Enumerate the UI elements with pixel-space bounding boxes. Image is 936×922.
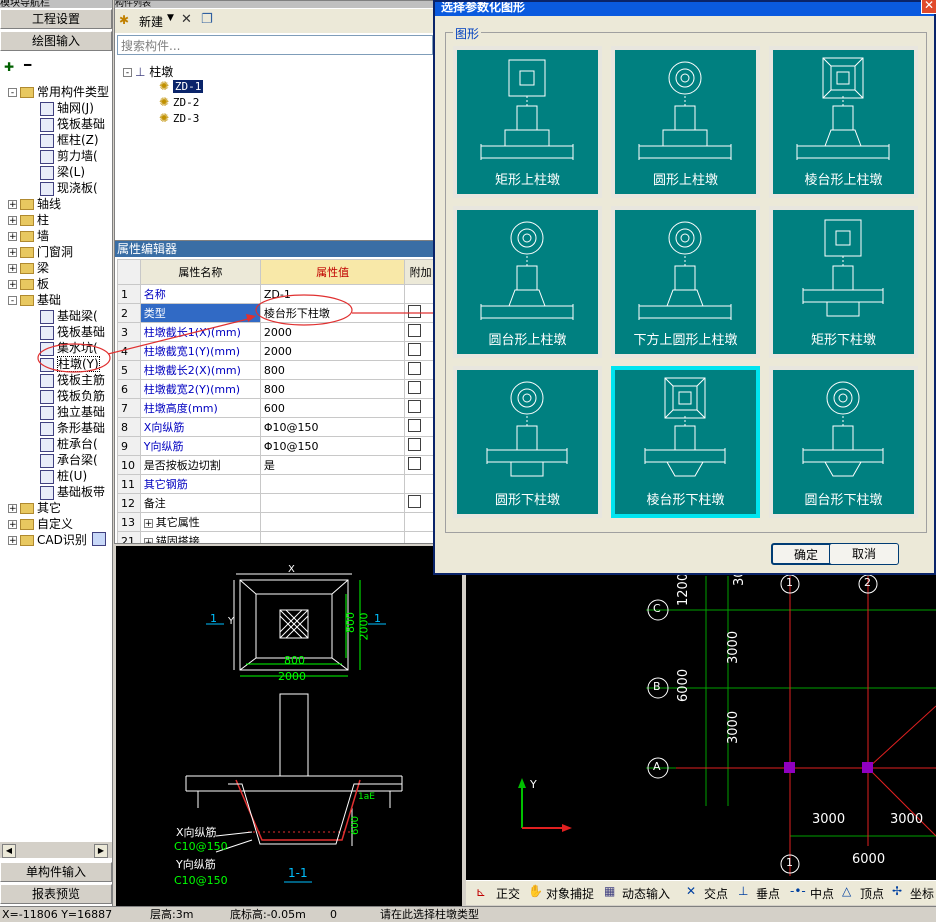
shape-tile-rect-lower[interactable]: 矩形下柱墩	[769, 206, 918, 358]
shape-tile-label: 下方上圆形上柱墩	[633, 333, 738, 348]
cancel-button[interactable]: 取消	[829, 543, 899, 565]
shape-tile-circle-upper[interactable]: 圆形上柱墩	[611, 46, 760, 198]
shape-tile-square-circle-upper[interactable]: 下方上圆形上柱墩	[611, 206, 760, 358]
shape-tile-label: 圆形下柱墩	[494, 493, 560, 508]
shape-tile-label: 矩形上柱墩	[494, 173, 560, 188]
shape-tile-label: 圆形上柱墩	[652, 173, 718, 188]
shape-tile-label: 棱台形下柱墩	[646, 493, 725, 508]
shape-tile-label: 矩形下柱墩	[810, 333, 876, 348]
shape-tile-cone-lower[interactable]: 圆台形下柱墩	[769, 366, 918, 518]
shape-tile-label: 圆台形下柱墩	[804, 493, 883, 508]
shape-tile-frustum-lower[interactable]: 棱台形下柱墩	[611, 366, 760, 518]
dialog-title: 选择参数化图形	[435, 2, 934, 16]
shape-tile-label: 圆台形上柱墩	[488, 333, 567, 348]
select-parametric-shape-dialog: 选择参数化图形 ✕ 图形 矩形上柱墩 圆形上柱墩 棱台形上柱墩圆台形上柱墩 下方上圆形…	[433, 0, 936, 575]
shape-tile-rect-upper[interactable]: 矩形上柱墩	[453, 46, 602, 198]
shape-tile-label: 棱台形上柱墩	[804, 173, 883, 188]
shape-tile-cone-upper[interactable]: 圆台形上柱墩	[453, 206, 602, 358]
shape-group-label: 图形	[453, 25, 482, 42]
shape-tile-frustum-upper[interactable]: 棱台形上柱墩	[769, 46, 918, 198]
close-icon[interactable]: ✕	[921, 0, 936, 14]
shape-tile-circle-lower[interactable]: 圆形下柱墩	[453, 366, 602, 518]
